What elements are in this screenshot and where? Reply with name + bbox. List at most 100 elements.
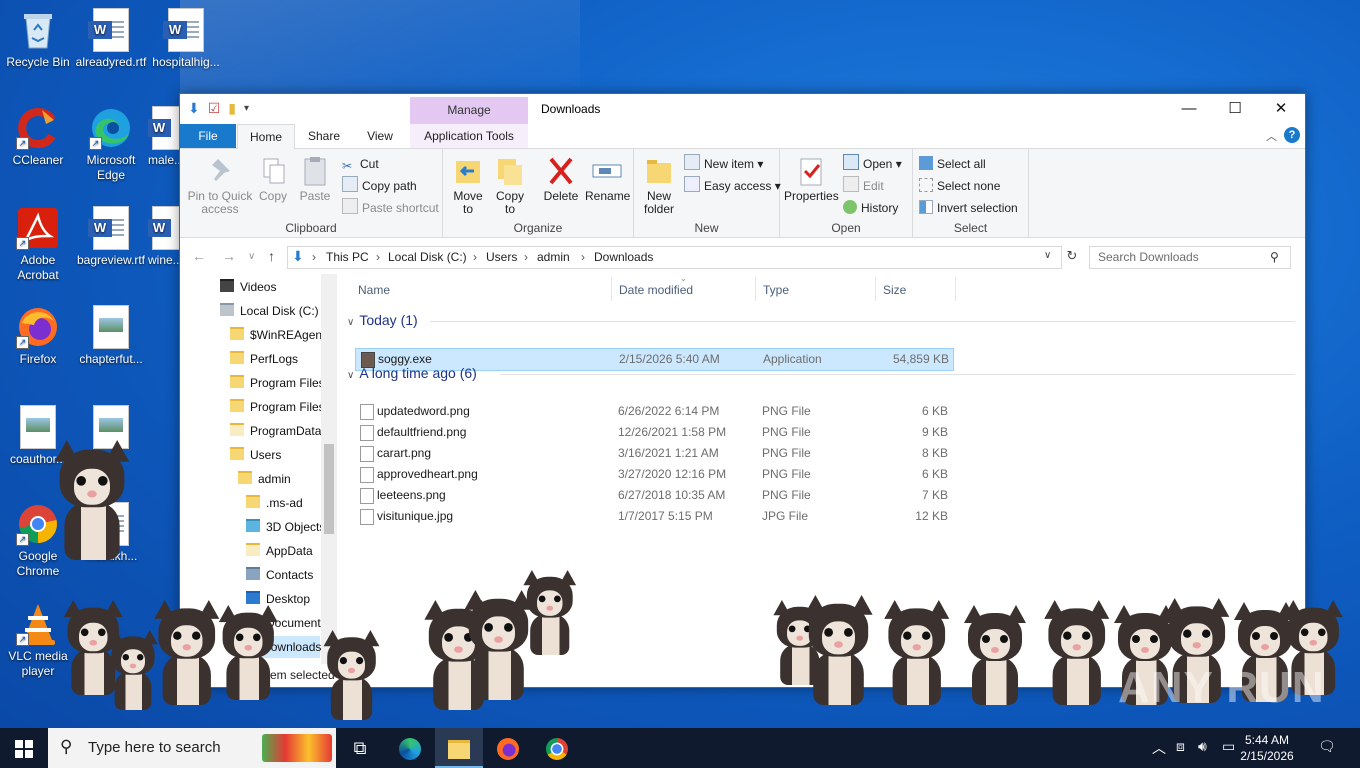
- cut-button[interactable]: ✂ Cut: [342, 154, 379, 174]
- nav-item-admin[interactable]: admin: [238, 468, 291, 490]
- down-arrow-icon[interactable]: ⬇: [188, 100, 200, 117]
- desktop-icon-chapterfut[interactable]: chapterfut...: [73, 305, 149, 367]
- desktop-icon-ccleaner[interactable]: ↗ CCleaner: [0, 106, 76, 168]
- back-arrow-icon[interactable]: ←: [192, 248, 206, 264]
- forward-arrow-icon[interactable]: →: [222, 248, 236, 264]
- desktop-icon-recycle-bin[interactable]: Recycle Bin: [0, 8, 76, 70]
- taskbar-search-input[interactable]: ⚲ Type here to search: [48, 728, 336, 768]
- chevron-right-icon[interactable]: ›: [581, 250, 585, 264]
- firefox-taskbar-icon[interactable]: [484, 728, 532, 768]
- column-divider[interactable]: [875, 277, 876, 301]
- refresh-icon[interactable]: ↻: [1062, 248, 1082, 268]
- minimize-icon[interactable]: —: [1166, 94, 1212, 124]
- title-bar[interactable]: ⬇ ☑ ▮ ▾ Manage Downloads — ☐ ✕: [180, 94, 1305, 124]
- file-row[interactable]: leeteens.png 6/27/2018 10:35 AM PNG File…: [355, 485, 952, 506]
- meet-now-icon[interactable]: ⧈: [1176, 738, 1185, 755]
- nav-item-videos[interactable]: Videos: [220, 276, 276, 298]
- close-icon[interactable]: ✕: [1258, 94, 1304, 124]
- help-icon[interactable]: ?: [1284, 127, 1300, 143]
- file-row[interactable]: carart.png 3/16/2021 1:21 AM PNG File 8 …: [355, 443, 952, 464]
- breadcrumb-local-disk[interactable]: Local Disk (C:): [388, 250, 467, 264]
- column-header-size[interactable]: Size: [883, 279, 906, 301]
- notifications-icon[interactable]: 🗨︎: [1318, 738, 1336, 755]
- up-arrow-icon[interactable]: ↑: [268, 248, 275, 264]
- nav-item-ms-ad[interactable]: .ms-ad: [246, 492, 303, 514]
- column-divider[interactable]: [755, 277, 756, 301]
- search-input[interactable]: Search Downloads ⚲: [1089, 246, 1291, 269]
- column-divider[interactable]: [611, 277, 612, 301]
- file-explorer-window[interactable]: ⬇ ☑ ▮ ▾ Manage Downloads — ☐ ✕ File Home…: [179, 93, 1306, 688]
- nav-item-3d-objects[interactable]: 3D Objects: [246, 516, 325, 538]
- file-row[interactable]: visitunique.jpg 1/7/2017 5:15 PM JPG Fil…: [355, 506, 952, 527]
- show-hidden-icons-chevron-icon[interactable]: ︿: [1152, 738, 1166, 758]
- taskbar-clock[interactable]: 5:44 AM 2/15/2026: [1237, 732, 1297, 764]
- tab-view[interactable]: View: [356, 124, 404, 148]
- pin-to-quick-access-button[interactable]: Pin to Quick access: [186, 155, 254, 216]
- tab-file[interactable]: File: [180, 124, 236, 148]
- edge-taskbar-icon[interactable]: [386, 728, 434, 768]
- maximize-icon[interactable]: ☐: [1212, 94, 1258, 124]
- breadcrumb-admin[interactable]: admin: [537, 250, 570, 264]
- copy-button[interactable]: Copy: [258, 155, 288, 203]
- easy-access-button[interactable]: Easy access ▾: [684, 176, 781, 196]
- tab-application-tools[interactable]: Application Tools: [410, 124, 528, 148]
- new-folder-button[interactable]: New folder: [638, 155, 680, 216]
- history-button[interactable]: History: [843, 198, 898, 218]
- paste-button[interactable]: Paste: [298, 155, 332, 203]
- group-header-long-ago[interactable]: ∨ A long time ago (6): [347, 365, 477, 381]
- network-icon[interactable]: ▭: [1222, 738, 1235, 755]
- customize-toolbar-icon[interactable]: ▾: [244, 103, 249, 114]
- new-folder-icon[interactable]: ▮: [228, 100, 236, 117]
- nav-item-programdata[interactable]: ProgramData: [230, 420, 321, 442]
- start-windows-icon[interactable]: [0, 728, 48, 768]
- address-bar[interactable]: ⬇ › This PC › Local Disk (C:) › Users › …: [287, 246, 1062, 269]
- file-explorer-taskbar-icon[interactable]: [435, 728, 483, 768]
- file-row[interactable]: updatedword.png 6/26/2022 6:14 PM PNG Fi…: [355, 401, 952, 422]
- column-divider[interactable]: [955, 277, 956, 301]
- select-all-button[interactable]: Select all: [919, 154, 986, 174]
- collapse-ribbon-icon[interactable]: ︿: [1266, 128, 1277, 144]
- new-item-button[interactable]: New item ▾: [684, 154, 763, 174]
- desktop-icon-hospitalhig[interactable]: W hospitalhig...: [148, 8, 224, 70]
- nav-item-winreagent[interactable]: $WinREAgent: [230, 324, 325, 346]
- desktop-icon-adobe-acrobat[interactable]: ↗ Adobe Acrobat: [0, 206, 76, 283]
- edit-button[interactable]: Edit: [843, 176, 884, 196]
- properties-button[interactable]: Properties: [784, 155, 839, 203]
- chrome-taskbar-icon[interactable]: [533, 728, 581, 768]
- tab-home[interactable]: Home: [237, 124, 295, 150]
- nav-item-program-files-x86[interactable]: Program Files: [230, 396, 325, 418]
- tab-share[interactable]: Share: [300, 124, 348, 148]
- properties-check-icon[interactable]: ☑: [208, 100, 221, 117]
- nav-item-perflogs[interactable]: PerfLogs: [230, 348, 298, 370]
- nav-item-contacts[interactable]: Contacts: [246, 564, 313, 586]
- breadcrumb-users[interactable]: Users: [486, 250, 517, 264]
- open-button[interactable]: Open ▾: [843, 154, 902, 174]
- rename-button[interactable]: Rename: [585, 155, 630, 203]
- desktop-icon-alreadyred[interactable]: W alreadyred.rtf: [73, 8, 149, 70]
- column-header-type[interactable]: Type: [763, 279, 789, 301]
- nav-item-program-files[interactable]: Program Files: [230, 372, 325, 394]
- column-header-name[interactable]: Name: [358, 279, 390, 301]
- file-row[interactable]: approvedheart.png 3/27/2020 12:16 PM PNG…: [355, 464, 952, 485]
- chevron-right-icon[interactable]: ›: [524, 250, 528, 264]
- move-to-button[interactable]: Move to: [451, 155, 485, 216]
- recent-locations-chevron-icon[interactable]: ∨: [248, 251, 255, 262]
- nav-item-local-disk[interactable]: Local Disk (C:): [220, 300, 319, 322]
- breadcrumb-this-pc[interactable]: This PC: [326, 250, 369, 264]
- copy-to-button[interactable]: Copy to: [493, 155, 527, 216]
- select-none-button[interactable]: Select none: [919, 176, 1000, 196]
- desktop-icon-firefox[interactable]: ↗ Firefox: [0, 305, 76, 367]
- nav-pane-scrollbar[interactable]: [321, 274, 337, 664]
- paste-shortcut-button[interactable]: Paste shortcut: [342, 198, 439, 218]
- chevron-right-icon[interactable]: ›: [376, 250, 380, 264]
- manage-context-tab[interactable]: Manage: [410, 97, 528, 124]
- delete-button[interactable]: Delete: [541, 155, 581, 203]
- address-dropdown-icon[interactable]: ∨: [1044, 250, 1051, 261]
- volume-icon[interactable]: 🔊︎: [1198, 738, 1207, 755]
- desktop-icon-edge[interactable]: ↗ Microsoft Edge: [73, 106, 149, 183]
- group-header-today[interactable]: ∨ Today (1): [347, 312, 418, 328]
- invert-selection-button[interactable]: Invert selection: [919, 198, 1018, 218]
- scrollbar-thumb[interactable]: [324, 444, 334, 534]
- task-view-icon[interactable]: ⧉: [336, 728, 384, 768]
- nav-item-appdata[interactable]: AppData: [246, 540, 313, 562]
